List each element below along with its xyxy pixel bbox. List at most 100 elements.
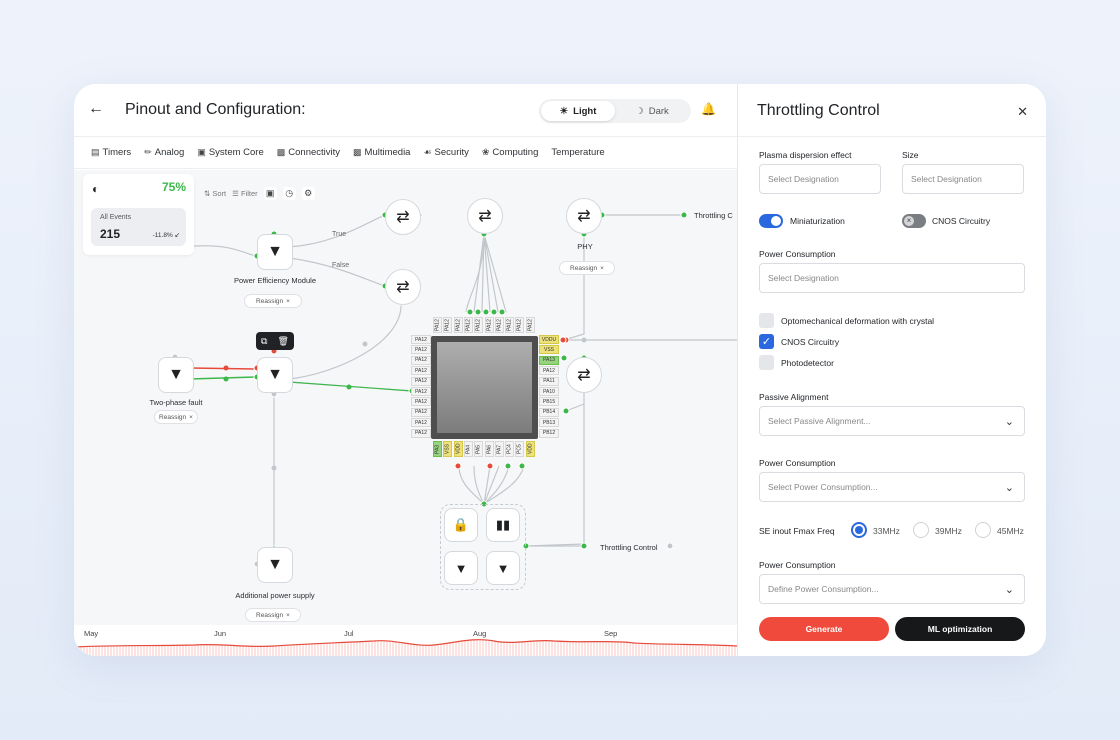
chip-pin-pa3[interactable]: PA3: [433, 441, 442, 457]
timeline[interactable]: May Jun Jul Aug Sep: [74, 625, 737, 656]
power-efficiency-node[interactable]: ▼: [257, 234, 293, 270]
chip-pin-pa12[interactable]: PA12: [474, 317, 484, 333]
chip-pin-pa12[interactable]: PA12: [411, 345, 431, 355]
chip-pin-pa7[interactable]: PA7: [494, 441, 504, 457]
chip-pin-pa12[interactable]: PA12: [453, 317, 463, 333]
selected-filter-node[interactable]: ▼: [257, 357, 293, 393]
false-label: False: [332, 262, 350, 269]
additional-power-node[interactable]: ▼: [257, 547, 293, 583]
events-delta: -11.8% ↙: [152, 232, 180, 239]
size-select[interactable]: Select Designation: [902, 164, 1024, 194]
chip-pin-vss[interactable]: VSS: [443, 441, 453, 457]
reassign-button[interactable]: Reassign ×: [245, 608, 301, 622]
swap-node-chip-top[interactable]: ⇄: [467, 198, 503, 234]
chip-pin-pa12[interactable]: PA12: [433, 317, 442, 333]
chevron-down-icon: ⌄: [1004, 584, 1014, 596]
chip-pin-vdd[interactable]: VDD: [453, 441, 463, 457]
chip-pin-pa12[interactable]: PA12: [411, 335, 431, 344]
chip-pin-pa12[interactable]: PA12: [411, 428, 431, 438]
chip-pin-pb14[interactable]: PB14: [539, 407, 559, 417]
battery-node[interactable]: ▮▮: [486, 508, 520, 542]
filter-button[interactable]: ☰ Filter: [232, 189, 257, 198]
close-icon: ×: [286, 611, 290, 619]
power-efficiency-label: Power Efficiency Module: [234, 276, 316, 285]
funnel-node[interactable]: ▼: [444, 551, 478, 585]
swap-node-right[interactable]: ⇄: [566, 357, 602, 393]
power-consumption-select[interactable]: Select Designation: [759, 263, 1025, 293]
radio-45mhz[interactable]: [975, 522, 991, 538]
chip-pin-pa6[interactable]: PA6: [484, 441, 494, 457]
chip-pin-pa12[interactable]: PA12: [463, 317, 473, 333]
reassign-button[interactable]: Reassign ×: [244, 294, 302, 308]
generate-button[interactable]: Generate: [759, 617, 889, 641]
chip-pin-pa10[interactable]: PA10: [539, 387, 559, 396]
chip-pin-pa12[interactable]: PA12: [411, 387, 431, 396]
lock-wifi-node[interactable]: 🔒: [444, 508, 478, 542]
phy-node[interactable]: ⇄: [566, 198, 602, 234]
image-icon[interactable]: ▣: [263, 187, 277, 200]
chip-pin-pa12[interactable]: PA12: [411, 407, 431, 417]
check-icon: ✓: [761, 336, 772, 348]
cnos-checkbox-label: CNOS Circuitry: [781, 337, 840, 347]
chip-pin-pa12[interactable]: PA12: [484, 317, 494, 333]
funnel-icon: ▼: [267, 366, 283, 383]
close-icon[interactable]: ✕: [1017, 104, 1028, 120]
stats-percent: 75%: [161, 180, 186, 194]
close-icon: ×: [189, 413, 193, 421]
chip-pin-pa12[interactable]: PA12: [515, 317, 525, 333]
chip-pin-pa11[interactable]: PA11: [539, 376, 559, 386]
optomechanical-checkbox[interactable]: [759, 313, 774, 328]
throttling-top-label: Throttling C: [694, 211, 733, 220]
plasma-label: Plasma dispersion effect: [759, 150, 852, 160]
cnos-toggle[interactable]: [902, 214, 926, 228]
chip-pin-pb15[interactable]: PB15: [539, 397, 559, 407]
battery-icon: ▮▮: [495, 517, 511, 532]
miniaturization-label: Miniaturization: [790, 216, 845, 226]
chip-pin-pc4[interactable]: PC4: [505, 441, 515, 457]
close-icon: ×: [600, 264, 604, 272]
chip-pin-pa12[interactable]: PA12: [525, 317, 535, 333]
swap-node-mid[interactable]: ⇄: [385, 269, 421, 305]
chip-pin-pa12[interactable]: PA12: [411, 366, 431, 376]
photodetector-checkbox[interactable]: [759, 355, 774, 370]
copy-icon[interactable]: ⧉: [261, 336, 267, 347]
plasma-select[interactable]: Select Designation: [759, 164, 881, 194]
chip-pin-pa12[interactable]: PA12: [411, 376, 431, 386]
radio-39mhz[interactable]: [913, 522, 929, 538]
chip-pin-pc5[interactable]: PC5: [515, 441, 525, 457]
chip-pin-pa4[interactable]: PA4: [463, 441, 473, 457]
miniaturization-toggle[interactable]: [759, 214, 783, 228]
power-consumption-select-3[interactable]: Define Power Consumption... ⌄: [759, 574, 1025, 604]
chip-pin-pa12[interactable]: PA12: [539, 366, 559, 376]
chip-pin-vss[interactable]: VSS: [539, 345, 559, 355]
ml-optimization-button[interactable]: ML optimization: [895, 617, 1025, 641]
chip-pin-vddu[interactable]: VDDU: [539, 335, 559, 344]
swap-icon: ⇄: [396, 209, 410, 226]
size-label: Size: [902, 150, 919, 160]
chip-pin-pa13[interactable]: PA13: [539, 355, 559, 365]
swap-node-top[interactable]: ⇄: [385, 199, 421, 235]
sort-button[interactable]: ⇅ Sort: [204, 189, 226, 198]
power-consumption-select-2[interactable]: Select Power Consumption... ⌄: [759, 472, 1025, 502]
two-phase-node[interactable]: ▼: [158, 357, 194, 393]
chip-pin-vdd[interactable]: VDD: [525, 441, 535, 457]
chip-pin-pb13[interactable]: PB13: [539, 418, 559, 428]
chip-pin-pb12[interactable]: PB12: [539, 428, 559, 438]
chip-pin-pa12[interactable]: PA12: [443, 317, 453, 333]
chip-pin-pa5[interactable]: PA5: [474, 441, 484, 457]
passive-select[interactable]: Select Passive Alignment... ⌄: [759, 406, 1025, 436]
trash-icon[interactable]: 🗑: [278, 336, 289, 347]
chip-pin-pa12[interactable]: PA12: [411, 355, 431, 365]
cnos-checkbox[interactable]: ✓: [759, 334, 774, 349]
reassign-button[interactable]: Reassign ×: [154, 410, 198, 424]
chip-pin-pa12[interactable]: PA12: [494, 317, 504, 333]
clock-icon[interactable]: ◷: [282, 187, 296, 200]
chip-pin-pa12[interactable]: PA12: [411, 418, 431, 428]
component-group[interactable]: 🔒 ▮▮ ▼ ▼: [440, 504, 526, 590]
reassign-button[interactable]: Reassign ×: [559, 261, 615, 275]
chip-pin-pa12[interactable]: PA12: [505, 317, 515, 333]
robot-icon[interactable]: ⚙: [301, 187, 315, 200]
chip-pin-pa12[interactable]: PA12: [411, 397, 431, 407]
radio-33mhz[interactable]: [851, 522, 867, 538]
funnel-node[interactable]: ▼: [486, 551, 520, 585]
